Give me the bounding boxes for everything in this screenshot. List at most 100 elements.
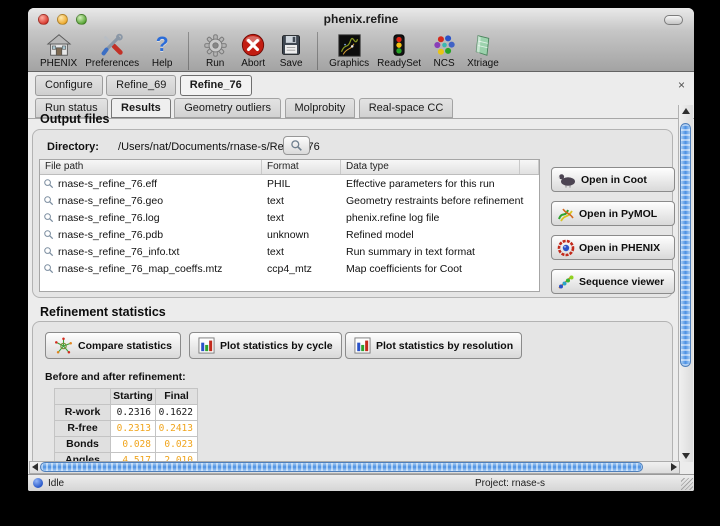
toolbar-button-help[interactable]: ? Help (147, 32, 177, 69)
subtab-geometry-outliers[interactable]: Geometry outliers (174, 98, 281, 118)
gear-icon (200, 32, 230, 58)
table-row[interactable]: rnase-s_refine_76.pdb unknown Refined mo… (40, 226, 539, 243)
open-in-coot-button[interactable]: Open in Coot (551, 167, 675, 192)
status-indicator-icon (33, 478, 43, 488)
toolbar-separator (188, 32, 189, 70)
toolbar-label: Xtriage (467, 58, 499, 69)
scroll-down-arrow-icon[interactable] (682, 453, 690, 459)
sequence-chain-icon (557, 274, 575, 290)
magnifier-icon (43, 229, 54, 240)
open-in-pymol-button[interactable]: Open in PyMOL (551, 201, 675, 226)
file-path: rnase-s_refine_76_map_coeffs.mtz (58, 263, 222, 275)
open-in-phenix-button[interactable]: Open in PHENIX (551, 235, 675, 260)
column-header-format[interactable]: Format (262, 160, 341, 174)
toolbar-button-abort[interactable]: Abort (238, 32, 268, 69)
compare-statistics-button[interactable]: Compare statistics (45, 332, 181, 359)
before-after-label: Before and after refinement: (45, 371, 186, 383)
stats-value-starting: 0.028 (111, 437, 156, 453)
toolbar-button-save[interactable]: Save (276, 32, 306, 69)
column-header-data-type[interactable]: Data type (341, 160, 520, 174)
table-row[interactable]: rnase-s_refine_76.eff PHIL Effective par… (40, 175, 539, 192)
button-label: Plot statistics by cycle (220, 340, 333, 352)
toolbar-button-graphics[interactable]: Graphics (329, 32, 369, 69)
stats-header-starting: Starting (111, 389, 156, 405)
toolbar-label: Graphics (329, 58, 369, 69)
close-tab-icon[interactable]: × (678, 79, 685, 91)
toolbar-label: PHENIX (40, 58, 77, 69)
tab-refine-76[interactable]: Refine_76 (180, 75, 252, 96)
refinement-statistics-panel: Compare statistics Plot statistics by cy… (32, 321, 673, 481)
subtab-real-space-cc[interactable]: Real-space CC (359, 98, 454, 118)
toolbar-button-readyset[interactable]: ReadySet (377, 32, 421, 69)
vertical-scrollbar-thumb[interactable] (680, 123, 691, 367)
button-label: Plot statistics by resolution (376, 340, 513, 352)
close-window-button[interactable] (38, 14, 49, 25)
toolbar-button-run[interactable]: Run (200, 32, 230, 69)
vertical-scrollbar[interactable] (678, 105, 693, 462)
table-row[interactable]: rnase-s_refine_76_map_coeffs.mtz ccp4_mt… (40, 260, 539, 277)
toolbar-toggle-button[interactable] (664, 15, 683, 25)
file-path: rnase-s_refine_76.eff (58, 178, 157, 190)
browse-directory-button[interactable] (283, 136, 310, 155)
table-row[interactable]: rnase-s_refine_76.geo text Geometry rest… (40, 192, 539, 209)
subtab-molprobity[interactable]: Molprobity (285, 98, 356, 118)
xtriage-crystal-icon (468, 32, 498, 58)
toolbar-separator (317, 32, 318, 70)
tab-configure[interactable]: Configure (35, 75, 103, 96)
question-mark-icon: ? (147, 32, 177, 58)
stats-value-starting: 0.2316 (111, 405, 156, 421)
scroll-left-arrow-icon[interactable] (32, 463, 38, 471)
abort-x-icon (238, 32, 268, 58)
toolbar-label: NCS (434, 58, 455, 69)
scroll-up-arrow-icon[interactable] (682, 108, 690, 114)
toolbar-button-preferences[interactable]: Preferences (85, 32, 139, 69)
toolbar-label: Run (206, 58, 224, 69)
file-format: text (262, 212, 341, 224)
refinement-stats-table: Starting Final R-work 0.2316 0.1622 R-fr… (54, 388, 198, 469)
window-title: phenix.refine (28, 8, 694, 31)
toolbar-button-xtriage[interactable]: Xtriage (467, 32, 499, 69)
column-header-file-path[interactable]: File path (40, 160, 262, 174)
sequence-viewer-button[interactable]: Sequence viewer (551, 269, 675, 294)
scroll-right-arrow-icon[interactable] (671, 463, 677, 471)
horizontal-scrollbar-thumb[interactable] (40, 462, 643, 472)
project-label: Project: rnase-s (475, 478, 545, 489)
minimize-window-button[interactable] (57, 14, 68, 25)
title-bar[interactable]: phenix.refine (28, 8, 694, 31)
output-files-panel: Directory: /Users/nat/Documents/rnase-s/… (32, 129, 673, 298)
directory-row: Directory: /Users/nat/Documents/rnase-s/… (47, 141, 320, 153)
molecule-network-icon (54, 337, 73, 355)
status-bar: Idle Project: rnase-s (28, 474, 694, 491)
stats-row-label: R-free (55, 421, 111, 437)
toolbar-button-phenix[interactable]: PHENIX (40, 32, 77, 69)
phenix-logo-icon (557, 239, 575, 257)
file-format: PHIL (262, 178, 341, 190)
file-path: rnase-s_refine_76.geo (58, 195, 163, 207)
magnifier-icon (43, 246, 54, 257)
magnifier-icon (43, 195, 54, 206)
toolbar-button-ncs[interactable]: NCS (429, 32, 459, 69)
plot-statistics-by-cycle-button[interactable]: Plot statistics by cycle (189, 332, 342, 359)
bar-chart-icon (198, 337, 215, 354)
table-row[interactable]: rnase-s_refine_76.log text phenix.refine… (40, 209, 539, 226)
file-path: rnase-s_refine_76.log (58, 212, 160, 224)
file-path: rnase-s_refine_76_info.txt (58, 246, 179, 258)
file-data-type: Effective parameters for this run (341, 178, 539, 190)
home-icon (44, 32, 74, 58)
tools-icon (97, 32, 127, 58)
coot-bird-icon (557, 172, 577, 188)
zoom-window-button[interactable] (76, 14, 87, 25)
file-data-type: Run summary in text format (341, 246, 539, 258)
file-format: text (262, 195, 341, 207)
subtab-results[interactable]: Results (111, 98, 171, 118)
table-header[interactable]: File path Format Data type (40, 160, 539, 175)
horizontal-scrollbar[interactable] (29, 461, 680, 474)
bar-chart-icon (354, 337, 371, 354)
table-row[interactable]: rnase-s_refine_76_info.txt text Run summ… (40, 243, 539, 260)
file-format: unknown (262, 229, 341, 241)
tab-refine-69[interactable]: Refine_69 (106, 75, 176, 96)
plot-statistics-by-resolution-button[interactable]: Plot statistics by resolution (345, 332, 522, 359)
stats-row-label: R-work (55, 405, 111, 421)
resize-grip[interactable] (681, 478, 693, 490)
app-window: phenix.refine PHENIX Preferences ? Help … (28, 8, 694, 491)
